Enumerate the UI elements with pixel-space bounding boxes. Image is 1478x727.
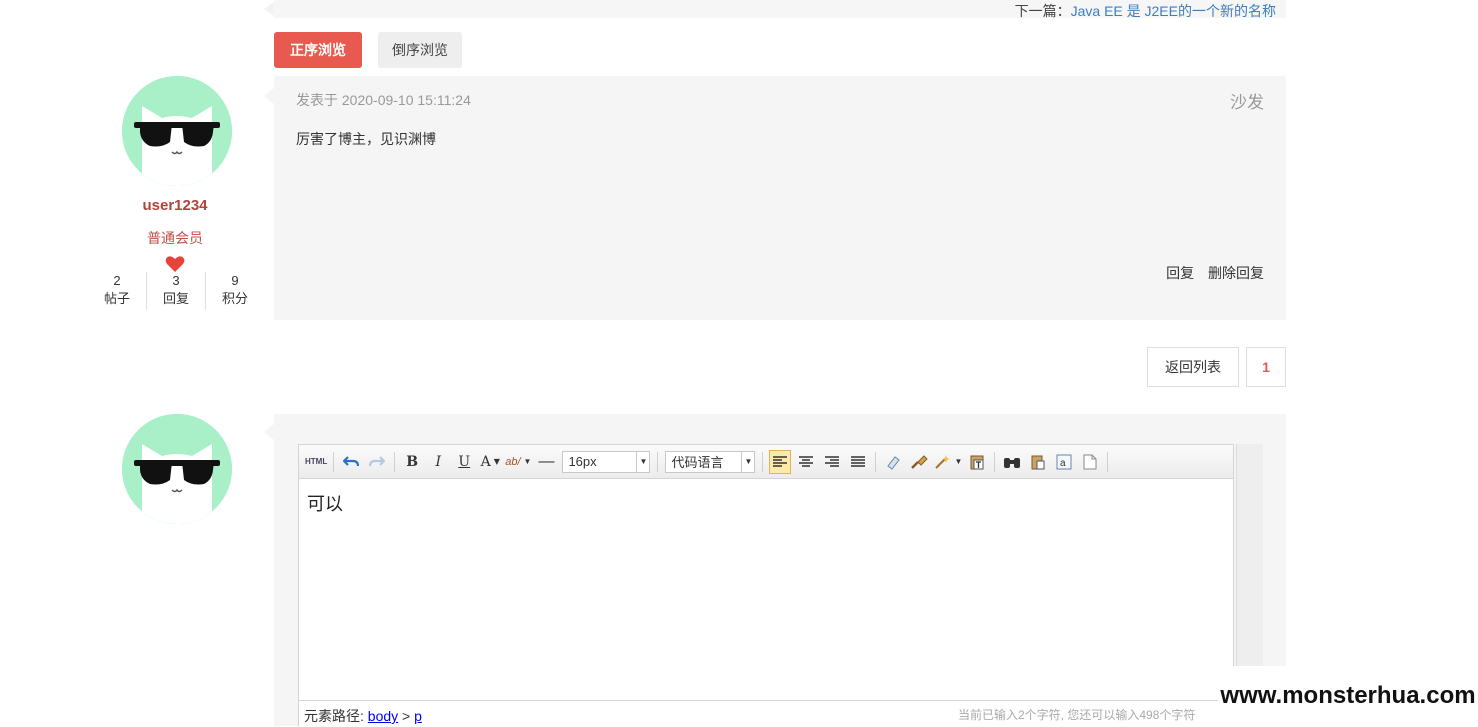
page-number-current[interactable]: 1 [1246, 347, 1286, 387]
stat-value: 2 [113, 273, 121, 288]
align-right-icon[interactable] [821, 450, 843, 474]
find-replace-icon[interactable] [1001, 450, 1023, 474]
path-separator: > [398, 708, 415, 724]
current-user-avatar[interactable] [122, 414, 232, 524]
floor-label: 沙发 [1230, 93, 1264, 112]
path-item-p[interactable]: p [414, 708, 422, 724]
document-icon[interactable] [1079, 450, 1101, 474]
font-color-icon[interactable]: A ▼ [479, 450, 501, 474]
highlight-icon[interactable]: ab/ ▼ [505, 450, 531, 474]
delete-reply-button[interactable]: 删除回复 [1208, 265, 1264, 281]
special-char-icon[interactable]: a [1053, 450, 1075, 474]
format-painter-icon[interactable] [908, 450, 930, 474]
stat-replies: 3 回复 [146, 272, 205, 310]
reply-button[interactable]: 回复 [1166, 265, 1194, 281]
chevron-down-icon: ▼ [741, 451, 754, 472]
svg-text:a: a [1060, 458, 1066, 469]
magic-wand-icon[interactable]: ▼ [934, 450, 962, 474]
back-to-list-button[interactable]: 返回列表 [1147, 347, 1239, 387]
stat-posts: 2 帖子 [88, 272, 146, 310]
align-left-icon[interactable] [769, 449, 792, 474]
rich-text-editor [298, 444, 1234, 726]
element-path-label: 元素路径: [304, 708, 368, 724]
horizontal-rule-icon[interactable]: — [535, 450, 557, 474]
post-time: 发表于 2020-09-10 15:11:24 [296, 92, 471, 108]
eraser-icon[interactable] [882, 450, 904, 474]
stat-value: 9 [231, 273, 239, 288]
username[interactable]: user1234 [110, 197, 240, 214]
stat-label: 回复 [162, 291, 189, 306]
italic-icon[interactable]: I [427, 450, 449, 474]
editor-toolbar: HTML B I U A ▼ ab/ ▼ — 16px ▼ 代码语言 ▼ ▼ a [299, 445, 1233, 479]
chevron-down-icon: ▼ [636, 451, 649, 472]
editor-card-arrow [264, 424, 274, 440]
reply-card-arrow [264, 88, 274, 104]
heart-icon [165, 256, 185, 272]
stat-points: 9 积分 [205, 272, 264, 310]
toolbar-separator [333, 451, 335, 472]
toolbar-separator [994, 451, 996, 472]
font-size-value: 16px [568, 454, 597, 469]
user-stats: 2 帖子 3 回复 9 积分 [88, 272, 264, 310]
editor-content[interactable]: 可以 [307, 490, 343, 516]
cat-sunglasses-icon [122, 414, 232, 524]
path-item-body[interactable]: body [368, 708, 398, 724]
next-bar-arrow [264, 2, 274, 16]
next-prefix: 下一篇： [1014, 3, 1071, 19]
paste-text-icon[interactable] [966, 450, 988, 474]
next-article-link[interactable]: Java EE 是 J2EE的一个新的名称 [1071, 3, 1276, 19]
toolbar-separator [657, 451, 659, 472]
element-path: 元素路径: body > p [304, 706, 422, 726]
redo-icon[interactable] [366, 450, 388, 474]
reply-actions: 回复 删除回复 [1140, 263, 1264, 283]
reply-card [274, 76, 1286, 320]
toolbar-separator [394, 451, 396, 472]
user-role: 普通会员 [147, 230, 203, 246]
sort-asc-button[interactable]: 正序浏览 [274, 32, 362, 68]
cat-sunglasses-icon [122, 76, 232, 186]
align-justify-icon[interactable] [847, 450, 869, 474]
toolbar-separator [875, 451, 877, 472]
reply-content: 厉害了博主，见识渊博 [296, 131, 436, 147]
paste-icon[interactable] [1027, 450, 1049, 474]
toolbar-separator [1107, 451, 1109, 472]
code-language-value: 代码语言 [671, 455, 724, 470]
align-center-icon[interactable] [795, 450, 817, 474]
stat-label: 帖子 [103, 291, 130, 306]
undo-icon[interactable] [340, 450, 362, 474]
bold-icon[interactable]: B [401, 450, 423, 474]
html-source-icon[interactable]: HTML [305, 450, 327, 474]
stat-value: 3 [172, 273, 180, 288]
avatar[interactable] [122, 76, 232, 186]
toolbar-separator [762, 451, 764, 472]
underline-icon[interactable]: U [453, 450, 475, 474]
stat-label: 积分 [221, 291, 248, 306]
font-size-select[interactable]: 16px ▼ [562, 450, 651, 473]
sort-desc-button[interactable]: 倒序浏览 [378, 32, 462, 68]
code-language-select[interactable]: 代码语言 ▼ [665, 450, 756, 473]
next-article: 下一篇：Java EE 是 J2EE的一个新的名称 [1015, 1, 1276, 21]
watermark: www.monsterhua.com [1218, 666, 1478, 726]
word-count: 当前已输入2个字符, 您还可以输入498个字符 [958, 708, 1196, 722]
